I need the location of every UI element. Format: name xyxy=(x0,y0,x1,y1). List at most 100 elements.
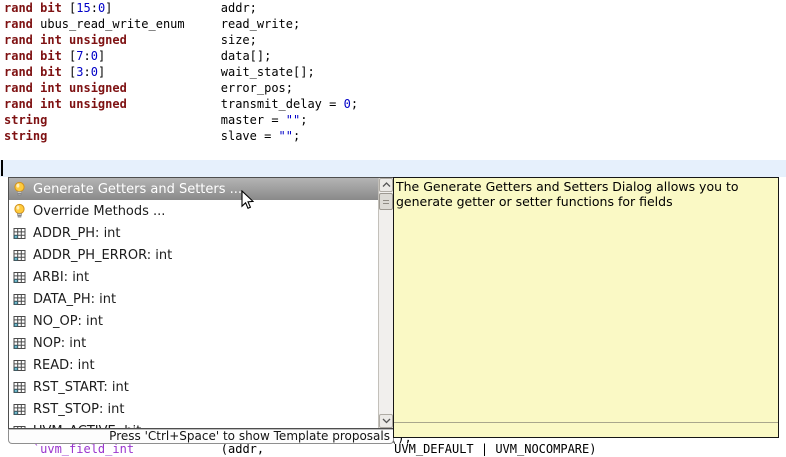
code-line[interactable]: string slave = ""; xyxy=(4,128,358,144)
completion-item[interactable]: ADDR_PH_ERROR: int xyxy=(9,244,378,266)
completion-item-label: NOP: int xyxy=(33,335,87,351)
completion-item-label: ADDR_PH_ERROR: int xyxy=(33,247,173,263)
code-token: rand bit xyxy=(4,65,62,79)
code-token: addr; xyxy=(220,1,257,15)
completion-rows: Generate Getters and Setters ... Override… xyxy=(9,178,378,429)
code-token: "" xyxy=(285,113,301,127)
lightbulb-icon xyxy=(13,181,26,197)
code-line[interactable]: rand ubus_read_write_enum read_write; xyxy=(4,16,358,32)
completion-list: Generate Getters and Setters ... Override… xyxy=(8,177,394,429)
completion-item-label: Generate Getters and Setters ... xyxy=(33,181,243,197)
code-token: : xyxy=(83,49,91,63)
code-token: [ xyxy=(61,49,77,63)
code-line[interactable]: rand bit [15:0] addr; xyxy=(4,0,358,16)
completion-item-label: DATA_PH: int xyxy=(33,291,117,307)
code-token: 0 xyxy=(343,97,351,111)
code-token: rand bit xyxy=(4,49,62,63)
enum-field-icon xyxy=(13,423,26,428)
code-token: transmit_delay = xyxy=(220,97,344,111)
enum-field-icon xyxy=(13,225,26,241)
chevron-up-icon xyxy=(382,182,390,187)
code-token: rand int unsigned xyxy=(4,97,127,111)
popup-scrollbar[interactable] xyxy=(378,178,393,428)
popup-status-bar: Press 'Ctrl+Space' to show Template prop… xyxy=(8,429,394,444)
code-token: rand int unsigned xyxy=(4,33,127,47)
proposal-info-tooltip: The Generate Getters and Setters Dialog … xyxy=(393,177,779,438)
completion-item[interactable]: RST_STOP: int xyxy=(9,398,378,420)
completion-item-label: ADDR_PH: int xyxy=(33,225,121,241)
code-token: wait_state[]; xyxy=(220,65,315,79)
code-line[interactable]: string master = ""; xyxy=(4,112,358,128)
scroll-up-button[interactable] xyxy=(379,178,393,192)
completion-item[interactable]: Override Methods ... xyxy=(9,200,378,222)
code-token: "" xyxy=(278,129,293,143)
completion-item[interactable]: ARBI: int xyxy=(9,266,378,288)
code-line[interactable]: rand int unsigned error_pos; xyxy=(4,80,358,96)
code-token: `uvm_field_int xyxy=(32,442,135,456)
enum-field-icon xyxy=(13,313,26,329)
code-token: 15 xyxy=(76,1,91,15)
completion-popup: Generate Getters and Setters ... Override… xyxy=(8,177,394,444)
scroll-down-button[interactable] xyxy=(379,414,393,428)
completion-item-label: Override Methods ... xyxy=(33,203,166,219)
completion-item[interactable]: ADDR_PH: int xyxy=(9,222,378,244)
code-token: error_pos; xyxy=(220,81,293,95)
code-token: ; xyxy=(350,97,359,111)
completion-item-label: READ: int xyxy=(33,357,95,373)
code-token: rand xyxy=(4,17,33,31)
enum-field-icon xyxy=(13,357,26,373)
completion-item[interactable]: UVM_ACTIVE: bit xyxy=(9,420,378,429)
code-token: master = xyxy=(220,113,286,127)
completion-item-label: ARBI: int xyxy=(33,269,90,285)
code-token: [ xyxy=(61,1,77,15)
code-token: (addr, xyxy=(220,442,265,456)
code-token: ; xyxy=(300,113,308,127)
code-token: read_write; xyxy=(220,17,301,31)
code-token: string xyxy=(4,113,48,127)
code-line[interactable]: rand bit [3:0] wait_state[]; xyxy=(4,64,358,80)
tooltip-footer xyxy=(394,422,778,437)
enum-field-icon xyxy=(13,269,26,285)
code-lines: rand bit [15:0] addr; rand ubus_read_writ… xyxy=(4,0,358,144)
lightbulb-icon xyxy=(13,203,26,219)
code-token: : xyxy=(90,1,98,15)
chevron-down-icon xyxy=(382,418,390,424)
completion-item-label: RST_START: int xyxy=(33,379,129,395)
code-token: ; xyxy=(293,129,301,143)
completion-item[interactable]: NO_OP: int xyxy=(9,310,378,332)
code-token: UVM_DEFAULT | UVM_NOCOMPARE) xyxy=(394,442,597,456)
completion-item-label: UVM_ACTIVE: bit xyxy=(33,424,141,429)
enum-field-icon xyxy=(13,335,26,351)
completion-item-label: RST_STOP: int xyxy=(33,401,125,417)
completion-item[interactable]: DATA_PH: int xyxy=(9,288,378,310)
completion-item[interactable]: READ: int xyxy=(9,354,378,376)
code-token: 0 xyxy=(90,49,98,63)
thumb-grip xyxy=(383,200,389,201)
code-line[interactable]: rand int unsigned transmit_delay = 0; xyxy=(4,96,358,112)
enum-field-icon xyxy=(13,401,26,417)
text-caret xyxy=(1,160,3,176)
code-token: string xyxy=(4,129,48,143)
completion-item[interactable]: NOP: int xyxy=(9,332,378,354)
completion-item-label: NO_OP: int xyxy=(33,313,103,329)
code-token: : xyxy=(83,65,91,79)
code-line[interactable]: rand bit [7:0] data[]; xyxy=(4,48,358,64)
code-token: 0 xyxy=(90,65,98,79)
code-token: size; xyxy=(220,33,257,47)
code-token: rand int unsigned xyxy=(4,81,127,95)
completion-item[interactable]: RST_START: int xyxy=(9,376,378,398)
code-line[interactable]: rand int unsigned size; xyxy=(4,32,358,48)
code-token: ubus_read_write_enum xyxy=(32,17,221,31)
code-token: data[]; xyxy=(220,49,272,63)
scroll-thumb[interactable] xyxy=(379,193,393,210)
completion-item[interactable]: Generate Getters and Setters ... xyxy=(9,178,378,200)
